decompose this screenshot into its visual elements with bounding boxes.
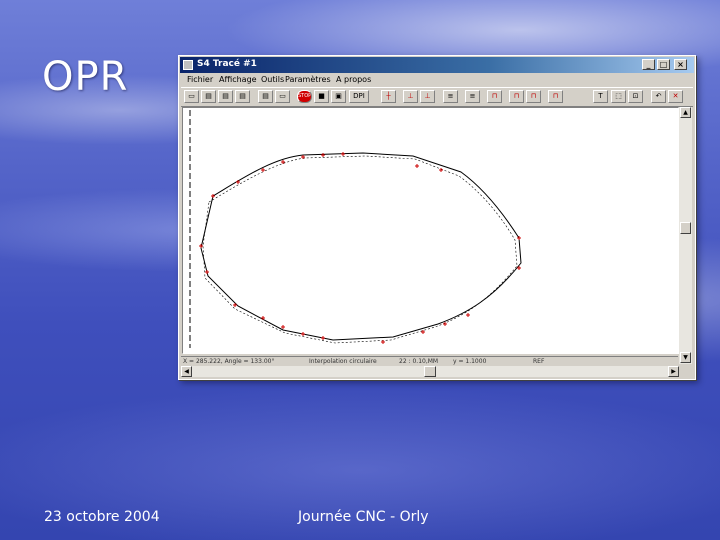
folder-icon[interactable]: ▭ <box>275 90 290 103</box>
scroll-down-icon[interactable]: ▼ <box>680 352 691 363</box>
cross-icon[interactable]: ✕ <box>668 90 683 103</box>
trace-window: S4 Tracé #1 _ □ × Fichier Affichage Outi… <box>178 55 696 380</box>
trace-drawing <box>189 110 522 348</box>
status-y: y = 1.1000 <box>453 358 487 365</box>
tool-icon-2[interactable]: ⊥ <box>420 90 435 103</box>
save-icon[interactable]: ■ <box>314 90 329 103</box>
close-button[interactable]: × <box>674 59 687 70</box>
status-mode: Interpolation circulaire <box>309 358 377 365</box>
vertical-scroll-thumb[interactable] <box>680 222 691 234</box>
minimize-button[interactable]: _ <box>642 59 655 70</box>
maximize-button[interactable]: □ <box>657 59 670 70</box>
measure-icon-2[interactable]: ⊓ <box>509 90 524 103</box>
scroll-up-icon[interactable]: ▲ <box>680 107 691 118</box>
grid-icon[interactable]: ≡ <box>443 90 458 103</box>
measure-icon-3[interactable]: ⊓ <box>526 90 541 103</box>
file-icon[interactable]: ▤ <box>201 90 216 103</box>
text-icon[interactable]: T <box>593 90 608 103</box>
undo-icon[interactable]: ↶ <box>651 90 666 103</box>
menu-fichier[interactable]: Fichier <box>187 75 213 84</box>
menu-parametres[interactable]: Paramètres <box>285 75 331 84</box>
open-folder-icon[interactable]: ▭ <box>184 90 199 103</box>
status-ref: REF <box>533 358 545 365</box>
select-icon[interactable]: ⬚ <box>611 90 626 103</box>
slide-title: OPR <box>42 54 129 100</box>
file-icon-4[interactable]: ▤ <box>258 90 273 103</box>
zoom-icon[interactable]: ⊡ <box>628 90 643 103</box>
scroll-right-icon[interactable]: ▶ <box>668 366 679 377</box>
grid-icon-2[interactable]: ≡ <box>465 90 480 103</box>
app-icon <box>183 60 193 70</box>
vertical-scrollbar[interactable]: ▲ ▼ <box>679 107 692 364</box>
measure-icon[interactable]: ⊓ <box>487 90 502 103</box>
window-titlebar[interactable]: S4 Tracé #1 _ □ × <box>180 57 694 73</box>
stop-icon[interactable]: STOP <box>297 90 312 103</box>
status-step: 22 : 0.10,MM <box>399 358 439 365</box>
drawing-canvas[interactable] <box>182 107 679 354</box>
trace-path <box>200 152 522 341</box>
toolbar: ▭ ▤ ▤ ▤ ▤ ▭ STOP ■ ▣ DPI ┼ ⊥ ⊥ ≡ ≡ ⊓ ⊓ ⊓… <box>181 87 693 107</box>
menu-affichage[interactable]: Affichage <box>219 75 257 84</box>
status-coordinates: X = 285.222, Angle = 133.00° <box>183 358 275 365</box>
dpi-button[interactable]: DPI <box>349 90 369 103</box>
footer-date: 23 octobre 2004 <box>44 509 160 525</box>
scroll-left-icon[interactable]: ◀ <box>181 366 192 377</box>
file-icon-2[interactable]: ▤ <box>218 90 233 103</box>
window-icon[interactable]: ▣ <box>331 90 346 103</box>
horizontal-scroll-thumb[interactable] <box>424 366 436 377</box>
menu-outils[interactable]: Outils <box>261 75 284 84</box>
axis-icon[interactable]: ┼ <box>381 90 396 103</box>
menu-a-propos[interactable]: A propos <box>336 75 371 84</box>
tool-icon[interactable]: ⊥ <box>403 90 418 103</box>
measure-icon-4[interactable]: ⊓ <box>548 90 563 103</box>
menu-bar: Fichier Affichage Outils Paramètres A pr… <box>181 74 693 86</box>
horizontal-scrollbar[interactable]: ◀ ▶ <box>181 366 679 377</box>
file-icon-3[interactable]: ▤ <box>235 90 250 103</box>
footer-event: Journée CNC - Orly <box>298 509 429 525</box>
window-title: S4 Tracé #1 <box>197 59 257 69</box>
